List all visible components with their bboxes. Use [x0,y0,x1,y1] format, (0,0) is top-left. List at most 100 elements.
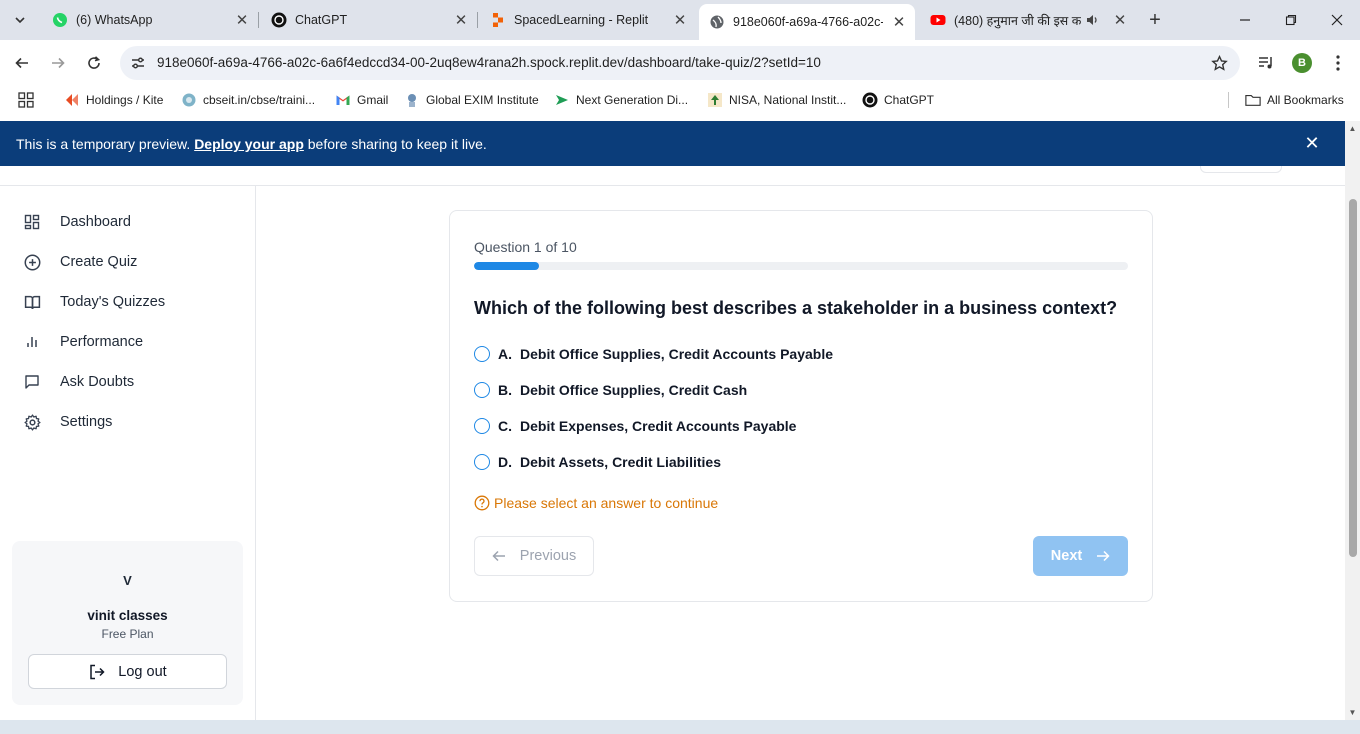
sidebar-item-ask-doubts[interactable]: Ask Doubts [22,369,134,395]
apps-icon[interactable] [18,92,34,108]
next-button[interactable]: Next [1033,536,1128,576]
tab-label: (480) हनुमान जी की इस क [954,13,1082,28]
close-icon[interactable]: ✕ [234,12,250,29]
sidebar-item-performance[interactable]: Performance [22,329,143,355]
bookmark-label: Global EXIM Institute [426,93,539,107]
scroll-up-icon[interactable]: ▲ [1348,124,1357,133]
scrollbar-thumb[interactable] [1349,199,1357,557]
nisa-icon [707,92,723,108]
answer-option-b[interactable]: B. Debit Office Supplies, Credit Cash [474,380,747,400]
tab-label: ChatGPT [295,13,348,27]
close-icon[interactable]: ✕ [453,12,469,29]
bookmark-label: NISA, National Instit... [729,93,847,107]
radio-button[interactable] [474,418,490,434]
sidebar-item-label: Create Quiz [60,254,138,270]
new-tab-button[interactable]: + [1144,9,1166,31]
option-letter: B. [498,382,512,398]
tab-replit[interactable]: SpacedLearning - Replit ✕ [478,6,696,34]
site-settings-icon[interactable] [130,55,146,71]
address-bar[interactable]: 918e060f-a69a-4766-a02c-6a6f4edccd34-00-… [120,46,1240,80]
plus-circle-icon [22,252,42,272]
option-text: Debit Office Supplies, Credit Accounts P… [520,346,833,362]
more-menu-icon[interactable] [1328,53,1348,73]
globe-icon [709,14,725,30]
header-button[interactable] [1200,166,1282,173]
youtube-icon [930,12,946,28]
close-icon[interactable]: ✕ [891,14,907,31]
user-plan: Free Plan [101,627,154,641]
reload-icon [88,56,101,69]
restore-icon [1285,14,1297,26]
bookmark-item[interactable]: Next Generation Di... [554,92,688,108]
radio-button[interactable] [474,346,490,362]
option-letter: C. [498,418,512,434]
sidebar: Dashboard Create Quiz Today's Quizzes Pe… [0,186,256,720]
tab-chatgpt[interactable]: ChatGPT ✕ [259,6,477,34]
previous-button[interactable]: Previous [474,536,594,576]
minimize-button[interactable] [1233,8,1257,32]
tab-search-button[interactable] [8,8,32,32]
next-label: Next [1050,548,1083,564]
bookmark-item[interactable]: NISA, National Instit... [707,92,846,108]
scroll-down-icon[interactable]: ▼ [1348,708,1357,717]
user-name: vinit classes [87,608,168,623]
quiz-progress-bar [474,262,1128,270]
window-close-button[interactable] [1325,8,1349,32]
sidebar-item-label: Today's Quizzes [60,294,166,310]
answer-option-d[interactable]: D. Debit Assets, Credit Liabilities [474,452,721,472]
sidebar-item-label: Settings [60,414,113,430]
tab-strip: (6) WhatsApp ✕ ChatGPT ✕ SpacedLearning … [0,0,1360,40]
sidebar-item-label: Ask Doubts [60,374,135,390]
bookmark-label: ChatGPT [884,93,935,107]
select-answer-hint: Please select an answer to continue [474,495,718,511]
banner-close-icon[interactable]: ✕ [1303,133,1321,153]
exim-icon [404,92,420,108]
bookmark-item[interactable]: ChatGPT [862,92,934,108]
tab-label: (6) WhatsApp [76,13,153,27]
bookmark-item[interactable]: Global EXIM Institute [404,92,539,108]
bookmark-label: Next Generation Di... [576,93,689,107]
all-bookmarks[interactable]: All Bookmarks [1245,92,1344,108]
help-circle-icon [474,495,490,511]
deploy-link[interactable]: Deploy your app [194,136,304,152]
page-scrollbar[interactable]: ▲ ▼ [1345,121,1360,720]
quiz-progress-fill [474,262,540,270]
reload-button[interactable] [82,51,106,75]
kite-icon [64,92,80,108]
bookmark-item[interactable]: Holdings / Kite [64,92,163,108]
sidebar-item-todays-quizzes[interactable]: Today's Quizzes [22,289,165,315]
close-icon[interactable]: ✕ [1112,12,1128,29]
tab-label: 918e060f-a69a-4766-a02c-6 [733,15,883,29]
forward-button[interactable] [46,51,70,75]
sidebar-item-dashboard[interactable]: Dashboard [22,209,131,235]
radio-button[interactable] [474,382,490,398]
radio-button[interactable] [474,454,490,470]
chatgpt-icon [271,12,287,28]
close-icon[interactable]: ✕ [672,12,688,29]
tab-active-preview[interactable]: 918e060f-a69a-4766-a02c-6 ✕ [699,4,915,40]
answer-option-c[interactable]: C. Debit Expenses, Credit Accounts Payab… [474,416,796,436]
restore-button[interactable] [1279,8,1303,32]
sidebar-item-create-quiz[interactable]: Create Quiz [22,249,137,275]
arrow-left-icon [492,549,506,563]
dashboard-icon [22,212,42,232]
media-controls-icon[interactable] [1256,53,1276,73]
bookmark-item[interactable]: cbseit.in/cbse/traini... [181,92,315,108]
sidebar-item-label: Dashboard [60,214,131,230]
profile-avatar[interactable]: B [1292,53,1312,73]
answer-option-a[interactable]: A. Debit Office Supplies, Credit Account… [474,344,833,364]
bookmark-item[interactable]: Gmail [335,92,388,108]
logout-button[interactable]: Log out [28,654,227,689]
tab-whatsapp[interactable]: (6) WhatsApp ✕ [40,6,258,34]
option-letter: D. [498,454,512,470]
tab-youtube[interactable]: (480) हनुमान जी की इस क ✕ [918,6,1136,34]
back-button[interactable] [10,51,34,75]
option-text: Debit Office Supplies, Credit Cash [520,382,748,398]
sidebar-item-settings[interactable]: Settings [22,409,112,435]
bar-chart-icon [22,332,42,352]
logout-icon [88,663,106,681]
speaker-icon[interactable] [1084,12,1100,28]
bookmark-star-icon[interactable] [1210,54,1228,72]
bookmark-label: Holdings / Kite [86,93,164,107]
bookmark-label: cbseit.in/cbse/traini... [203,93,316,107]
